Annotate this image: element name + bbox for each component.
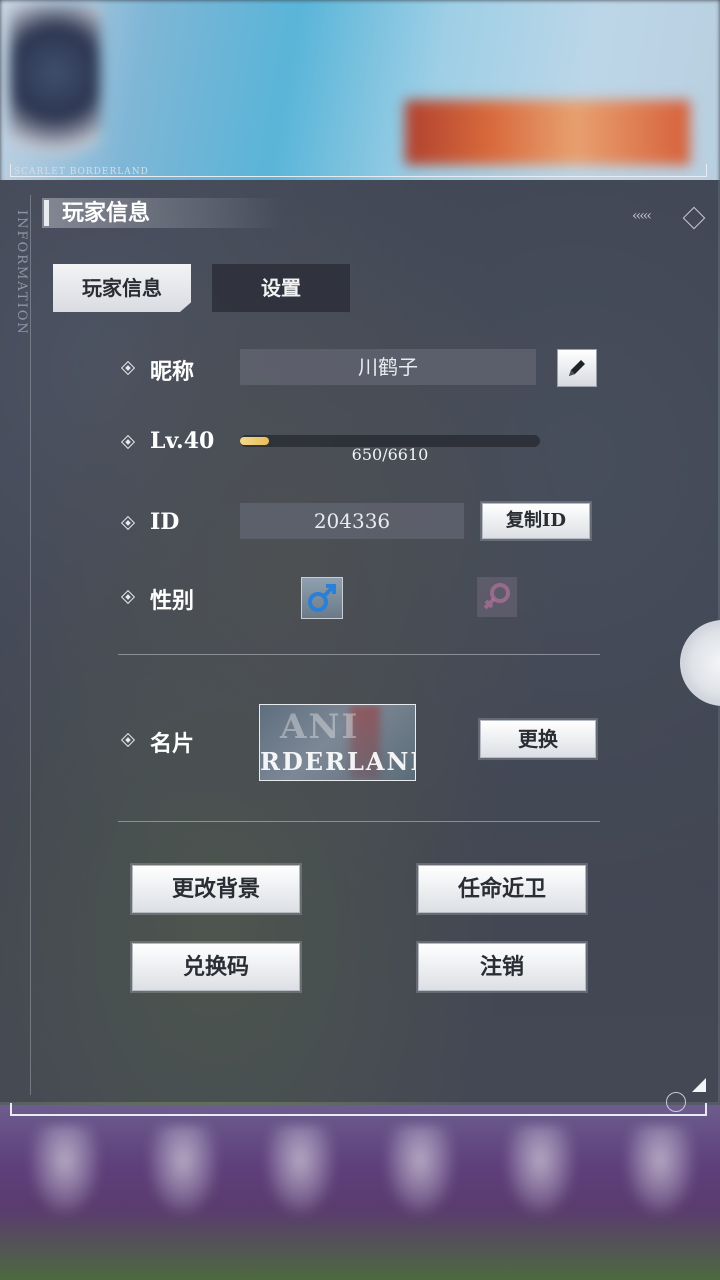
- namecard-preview: ANI RDERLAND: [259, 704, 416, 781]
- redeem-code-button[interactable]: 兑换码: [132, 943, 300, 991]
- gender-label: 性别: [150, 588, 195, 614]
- panel-frame: [30, 195, 703, 1095]
- top-frame-tick: [10, 164, 11, 177]
- copy-id-button[interactable]: 复制ID: [482, 503, 590, 539]
- change-background-button[interactable]: 更改背景: [132, 865, 300, 913]
- vertical-label: INFORMATION: [14, 210, 29, 336]
- namecard-label: 名片: [150, 731, 195, 757]
- tab-player-info[interactable]: 玩家信息: [53, 264, 191, 312]
- pencil-icon: [569, 360, 585, 376]
- level-label: Lv.40: [150, 428, 215, 454]
- tab-settings[interactable]: 设置: [212, 264, 350, 312]
- edit-nickname-button[interactable]: [557, 349, 597, 387]
- character-portrait: [10, 5, 100, 175]
- xp-text: 650/6610: [351, 445, 429, 464]
- namecard-text-top: ANI: [280, 707, 360, 747]
- dock-icon: [148, 1125, 218, 1215]
- circle-icon: [666, 1092, 686, 1112]
- dock-icon: [505, 1125, 575, 1215]
- chevrons-icon: ‹‹‹‹‹: [632, 208, 652, 224]
- appoint-guard-button[interactable]: 任命近卫: [418, 865, 586, 913]
- xp-progress-fill: [240, 437, 270, 445]
- nickname-field: 川鹤子: [240, 349, 536, 385]
- id-field: 204336: [240, 503, 464, 539]
- panel-title-accent: [44, 200, 49, 226]
- player-info-screen: SCARLET BORDERLAND INFORMATION 玩家信息 ‹‹‹‹…: [0, 0, 720, 1280]
- corner-triangle-icon: [692, 1078, 706, 1092]
- male-symbol-icon: [308, 584, 336, 612]
- female-symbol-icon: [483, 583, 510, 610]
- top-frame-tick: [706, 164, 707, 177]
- bottom-dock-background: [0, 1105, 720, 1280]
- section-divider: [118, 654, 600, 655]
- gender-female-button[interactable]: [477, 577, 517, 617]
- gender-male-button[interactable]: [301, 577, 343, 619]
- dock-icon: [30, 1125, 100, 1215]
- dock-icon: [385, 1125, 455, 1215]
- dock-icon: [265, 1125, 335, 1215]
- namecard-text-bottom: RDERLAND: [260, 747, 416, 776]
- id-label: ID: [150, 509, 180, 535]
- panel-title: 玩家信息: [62, 200, 151, 226]
- bottom-frame-line: [10, 1114, 707, 1116]
- nickname-label: 昵称: [150, 359, 195, 385]
- bottom-frame-tick: [10, 1103, 12, 1116]
- logout-button[interactable]: 注销: [418, 943, 586, 991]
- top-banner-background: [0, 0, 720, 185]
- change-namecard-button[interactable]: 更换: [480, 720, 596, 758]
- section-divider: [118, 821, 600, 822]
- dock-icon: [625, 1125, 695, 1215]
- bottom-frame-tick: [705, 1103, 707, 1116]
- event-banner: [405, 100, 690, 165]
- top-frame-line: [10, 176, 707, 177]
